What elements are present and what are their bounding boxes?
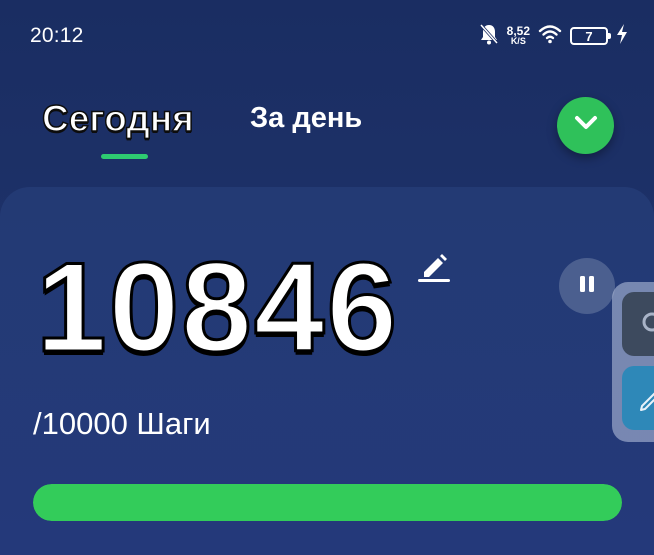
floating-search-button[interactable] (622, 292, 654, 356)
tab-active-indicator (101, 154, 148, 159)
status-icons: 8,52 K/S 7 (479, 22, 628, 50)
charging-bolt-icon (616, 23, 628, 49)
tab-per-day[interactable]: За день (250, 102, 362, 135)
steps-goal: /10000 Шаги (33, 406, 211, 441)
pause-button[interactable] (559, 258, 615, 314)
battery-icon: 7 (570, 27, 611, 45)
steps-progress-fill (33, 484, 622, 521)
battery-level: 7 (585, 28, 593, 44)
network-speed-unit: K/S (510, 36, 526, 46)
expand-button[interactable] (557, 97, 614, 154)
tab-today[interactable]: Сегодня (41, 97, 194, 140)
status-time: 20:12 (30, 24, 84, 47)
wifi-icon (538, 24, 562, 49)
steps-count: 10846 (34, 236, 400, 378)
network-speed-value: 8,52 (506, 24, 530, 38)
pause-icon (577, 274, 597, 299)
edit-icon[interactable] (416, 248, 452, 284)
bell-muted-icon (479, 23, 499, 50)
network-speed: 8,52 K/S (506, 24, 530, 46)
floating-pen-button[interactable] (622, 366, 654, 430)
steps-progress-bar (33, 484, 622, 521)
chevron-down-icon (573, 114, 599, 137)
screen: 20:12 8,52 K/S 7 Сегодня За день 10846 /… (0, 0, 654, 555)
status-bar: 20:12 8,52 K/S 7 (0, 0, 654, 72)
pen-icon (622, 392, 654, 434)
